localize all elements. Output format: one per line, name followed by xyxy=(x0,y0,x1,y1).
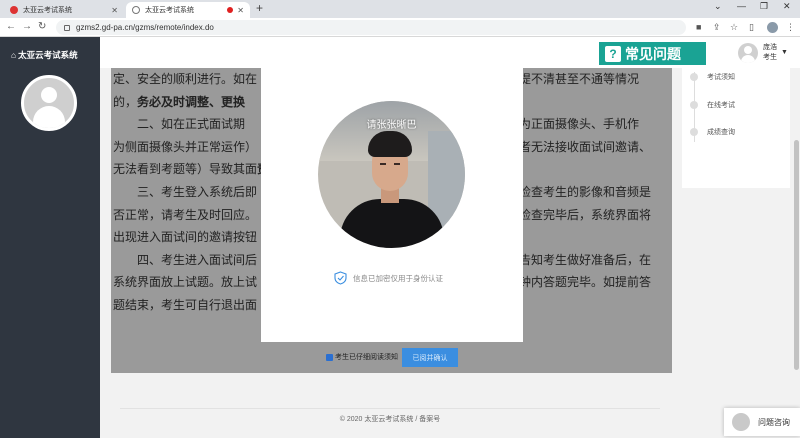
globe-icon xyxy=(132,6,140,14)
support-avatar xyxy=(732,413,750,431)
share-icon[interactable]: ⇪ xyxy=(713,22,721,33)
maximize-icon[interactable]: ❐ xyxy=(760,1,768,12)
tab-title: 太亚云考试系统 xyxy=(23,7,72,14)
faq-button[interactable]: ? 常见问题 xyxy=(599,42,706,65)
secure-note: 信息已加密仅用于身份认证 xyxy=(334,271,443,285)
logo-text: 太亚云考试系统 xyxy=(18,50,78,60)
camera-label: 请张张晰巴 xyxy=(366,120,417,131)
tab-search-icon[interactable]: ⌄ xyxy=(714,1,722,12)
help-chat-label: 问题咨询 xyxy=(758,417,790,427)
camera-icon[interactable]: ■ xyxy=(696,22,701,32)
recording-icon xyxy=(227,7,234,13)
footer: © 2020 太亚云考试系统 / 备案号 xyxy=(120,408,660,424)
browser-toolbar: ← → ↻ gzms2.gd-pa.cn/gzms/remote/index.d… xyxy=(0,18,800,37)
checkbox-icon[interactable] xyxy=(326,353,333,361)
scrollbar-thumb[interactable] xyxy=(794,140,799,370)
site-favicon-icon xyxy=(10,6,18,14)
steps-panel: 考试须知 在线考试 成绩查询 xyxy=(682,68,790,188)
secure-note-text: 信息已加密仅用于身份认证 xyxy=(353,273,443,283)
step-score-query[interactable]: 成绩查询 xyxy=(690,127,735,137)
window-close-icon[interactable]: ✕ xyxy=(783,1,791,12)
user-menu-caret-icon[interactable]: ▼ xyxy=(781,49,788,56)
browser-menu-icon[interactable]: ⋮ xyxy=(786,22,795,33)
bookmark-star-icon[interactable]: ☆ xyxy=(730,22,738,33)
app-logo[interactable]: ⌂ 太亚云考试系统 xyxy=(11,49,78,61)
faq-label: 常见问题 xyxy=(625,45,681,62)
back-icon[interactable]: ← xyxy=(6,21,16,32)
tab-title: 太亚云考试系统 xyxy=(145,7,194,14)
question-icon: ? xyxy=(605,45,621,62)
agree-checkbox-row[interactable]: 考生已仔细阅读须知 xyxy=(326,352,398,362)
url-text: gzms2.gd-pa.cn/gzms/remote/index.do xyxy=(76,23,214,32)
new-tab-button[interactable]: + xyxy=(256,1,263,15)
confirm-read-button[interactable]: 已阅并确认 xyxy=(402,348,458,367)
browser-tab-1[interactable]: 太亚云考试系统 ✕ xyxy=(4,2,124,18)
user-avatar[interactable] xyxy=(738,43,758,63)
reload-icon[interactable]: ↻ xyxy=(38,21,46,32)
user-name[interactable]: 庞浩考生 xyxy=(763,43,779,63)
home-icon: ⌂ xyxy=(11,50,17,60)
shield-check-icon xyxy=(334,271,347,285)
tab-close-icon[interactable]: ✕ xyxy=(111,6,118,15)
address-bar[interactable]: gzms2.gd-pa.cn/gzms/remote/index.do xyxy=(56,20,686,35)
sidebar: ⌂ 太亚云考试系统 xyxy=(0,37,100,438)
sidepanel-icon[interactable]: ▯ xyxy=(749,22,754,33)
browser-tab-2[interactable]: 太亚云考试系统 ✕ xyxy=(126,2,250,18)
browser-tabbar: 太亚云考试系统 ✕ 太亚云考试系统 ✕ + ⌄ — ❐ ✕ xyxy=(0,0,800,18)
lock-icon xyxy=(64,24,70,31)
tab-close-icon[interactable]: ✕ xyxy=(237,6,244,15)
help-chat-button[interactable]: 问题咨询 xyxy=(724,408,800,436)
forward-icon[interactable]: → xyxy=(22,21,32,32)
candidate-avatar xyxy=(21,75,77,131)
minimize-icon[interactable]: — xyxy=(737,1,746,11)
profile-avatar-icon[interactable] xyxy=(767,22,778,33)
step-notice[interactable]: 考试须知 xyxy=(690,72,735,82)
step-online-exam[interactable]: 在线考试 xyxy=(690,100,735,110)
agree-label: 考生已仔细阅读须知 xyxy=(335,354,398,361)
